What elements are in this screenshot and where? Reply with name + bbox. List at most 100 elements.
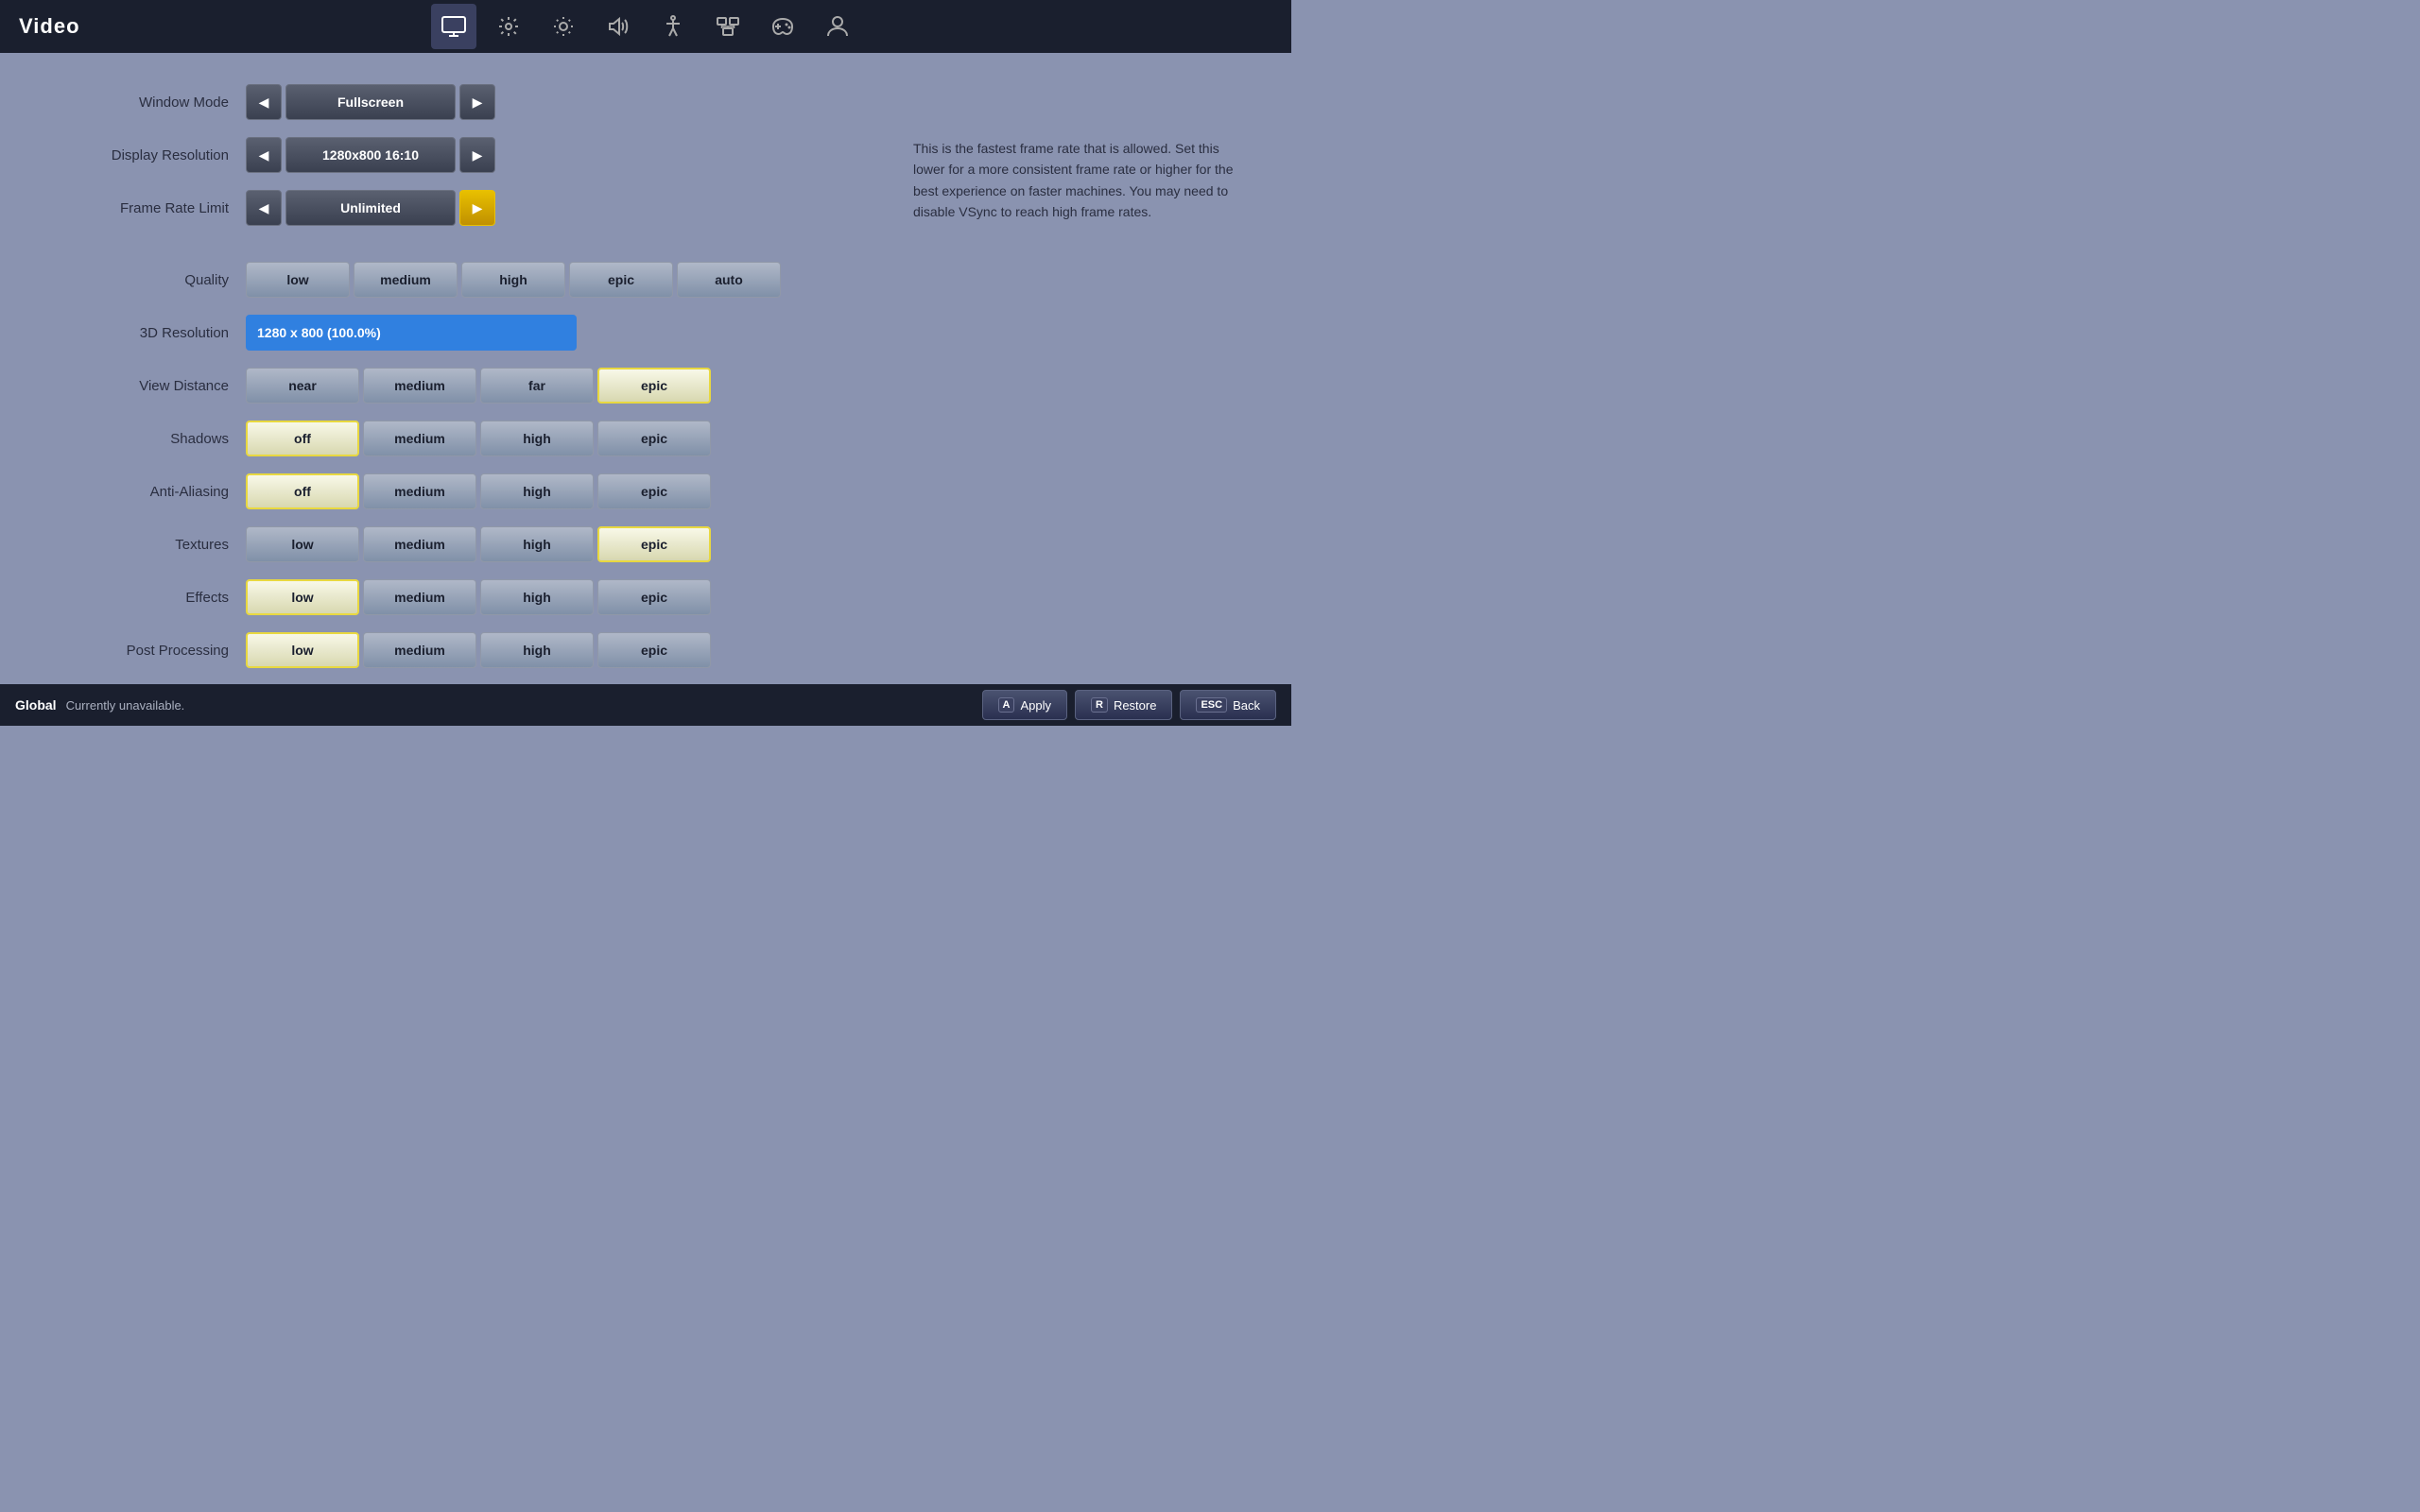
back-key: ESC <box>1196 697 1227 713</box>
settings-panel: Window Mode ◀ Fullscreen ▶ Display Resol… <box>38 81 875 656</box>
pp-low-btn[interactable]: low <box>246 632 359 668</box>
window-mode-value: Fullscreen <box>285 84 456 120</box>
apply-button[interactable]: A Apply <box>982 690 1067 720</box>
textures-controls: low medium high epic <box>246 526 875 562</box>
textures-low-btn[interactable]: low <box>246 526 359 562</box>
view-distance-near-btn[interactable]: near <box>246 368 359 404</box>
display-resolution-prev-btn[interactable]: ◀ <box>246 137 282 173</box>
view-distance-far-btn[interactable]: far <box>480 368 594 404</box>
anti-aliasing-controls: off medium high epic <box>246 473 875 509</box>
shadows-high-btn[interactable]: high <box>480 421 594 456</box>
shadows-epic-btn[interactable]: epic <box>597 421 711 456</box>
effects-row: Effects low medium high epic <box>38 576 875 618</box>
aa-medium-btn[interactable]: medium <box>363 473 476 509</box>
window-mode-next-btn[interactable]: ▶ <box>459 84 495 120</box>
pp-medium-btn[interactable]: medium <box>363 632 476 668</box>
quality-row: Quality low medium high epic auto <box>38 259 875 301</box>
view-distance-controls: near medium far epic <box>246 368 875 404</box>
apply-label: Apply <box>1020 698 1051 713</box>
pp-epic-btn[interactable]: epic <box>597 632 711 668</box>
shadows-controls: off medium high epic <box>246 421 875 456</box>
display-resolution-label: Display Resolution <box>38 147 246 163</box>
effects-label: Effects <box>38 590 246 606</box>
post-processing-label: Post Processing <box>38 643 246 659</box>
effects-epic-btn[interactable]: epic <box>597 579 711 615</box>
top-navigation-bar: Video <box>0 0 1291 53</box>
nav-brightness-btn[interactable] <box>541 4 586 49</box>
textures-medium-btn[interactable]: medium <box>363 526 476 562</box>
frame-rate-value: Unlimited <box>285 190 456 226</box>
restore-key: R <box>1091 697 1108 713</box>
resolution-3d-controls: 1280 x 800 (100.0%) <box>246 315 875 351</box>
resolution-3d-row: 3D Resolution 1280 x 800 (100.0%) <box>38 312 875 353</box>
nav-icon-group <box>431 4 860 49</box>
apply-key: A <box>998 697 1015 713</box>
display-resolution-controls: ◀ 1280x800 16:10 ▶ <box>246 137 875 173</box>
textures-row: Textures low medium high epic <box>38 524 875 565</box>
quality-epic-btn[interactable]: epic <box>569 262 673 298</box>
window-mode-prev-btn[interactable]: ◀ <box>246 84 282 120</box>
aa-off-btn[interactable]: off <box>246 473 359 509</box>
frame-rate-controls: ◀ Unlimited ▶ <box>246 190 875 226</box>
quality-auto-btn[interactable]: auto <box>677 262 781 298</box>
textures-high-btn[interactable]: high <box>480 526 594 562</box>
main-content: Window Mode ◀ Fullscreen ▶ Display Resol… <box>0 53 1291 684</box>
post-processing-controls: low medium high epic <box>246 632 875 668</box>
back-button[interactable]: ESC Back <box>1180 690 1276 720</box>
quality-low-btn[interactable]: low <box>246 262 350 298</box>
shadows-off-btn[interactable]: off <box>246 421 359 456</box>
display-resolution-value: 1280x800 16:10 <box>285 137 456 173</box>
window-mode-label: Window Mode <box>38 94 246 111</box>
frame-rate-prev-btn[interactable]: ◀ <box>246 190 282 226</box>
quality-controls: low medium high epic auto <box>246 262 875 298</box>
nav-settings-btn[interactable] <box>486 4 531 49</box>
effects-low-btn[interactable]: low <box>246 579 359 615</box>
frame-rate-next-btn[interactable]: ▶ <box>459 190 495 226</box>
global-label: Global <box>15 697 57 713</box>
frame-rate-row: Frame Rate Limit ◀ Unlimited ▶ <box>38 187 875 229</box>
shadows-medium-btn[interactable]: medium <box>363 421 476 456</box>
resolution-3d-label: 3D Resolution <box>38 325 246 341</box>
nav-audio-btn[interactable] <box>596 4 641 49</box>
textures-epic-btn[interactable]: epic <box>597 526 711 562</box>
bottom-bar: Global Currently unavailable. A Apply R … <box>0 684 1291 726</box>
nav-network-btn[interactable] <box>705 4 751 49</box>
nav-account-btn[interactable] <box>815 4 860 49</box>
textures-label: Textures <box>38 537 246 553</box>
view-distance-epic-btn[interactable]: epic <box>597 368 711 404</box>
window-mode-row: Window Mode ◀ Fullscreen ▶ <box>38 81 875 123</box>
description-panel: This is the fastest frame rate that is a… <box>913 81 1253 656</box>
effects-controls: low medium high epic <box>246 579 875 615</box>
view-distance-label: View Distance <box>38 378 246 394</box>
view-distance-row: View Distance near medium far epic <box>38 365 875 406</box>
restore-label: Restore <box>1114 698 1157 713</box>
shadows-label: Shadows <box>38 431 246 447</box>
view-distance-medium-btn[interactable]: medium <box>363 368 476 404</box>
quality-medium-btn[interactable]: medium <box>354 262 458 298</box>
page-title: Video <box>0 14 80 39</box>
resolution-3d-value: 1280 x 800 (100.0%) <box>246 315 577 351</box>
description-text: This is the fastest frame rate that is a… <box>913 138 1253 223</box>
back-label: Back <box>1233 698 1260 713</box>
display-resolution-next-btn[interactable]: ▶ <box>459 137 495 173</box>
effects-medium-btn[interactable]: medium <box>363 579 476 615</box>
global-status: Currently unavailable. <box>66 698 185 713</box>
nav-monitor-btn[interactable] <box>431 4 476 49</box>
quality-high-btn[interactable]: high <box>461 262 565 298</box>
anti-aliasing-row: Anti-Aliasing off medium high epic <box>38 471 875 512</box>
pp-high-btn[interactable]: high <box>480 632 594 668</box>
aa-epic-btn[interactable]: epic <box>597 473 711 509</box>
anti-aliasing-label: Anti-Aliasing <box>38 484 246 500</box>
quality-label: Quality <box>38 272 246 288</box>
effects-high-btn[interactable]: high <box>480 579 594 615</box>
shadows-row: Shadows off medium high epic <box>38 418 875 459</box>
window-mode-controls: ◀ Fullscreen ▶ <box>246 84 875 120</box>
nav-gamepad-btn[interactable] <box>760 4 805 49</box>
display-resolution-row: Display Resolution ◀ 1280x800 16:10 ▶ <box>38 134 875 176</box>
nav-accessibility-btn[interactable] <box>650 4 696 49</box>
aa-high-btn[interactable]: high <box>480 473 594 509</box>
restore-button[interactable]: R Restore <box>1075 690 1172 720</box>
frame-rate-label: Frame Rate Limit <box>38 200 246 216</box>
bottom-action-buttons: A Apply R Restore ESC Back <box>982 690 1277 720</box>
post-processing-row: Post Processing low medium high epic <box>38 629 875 671</box>
